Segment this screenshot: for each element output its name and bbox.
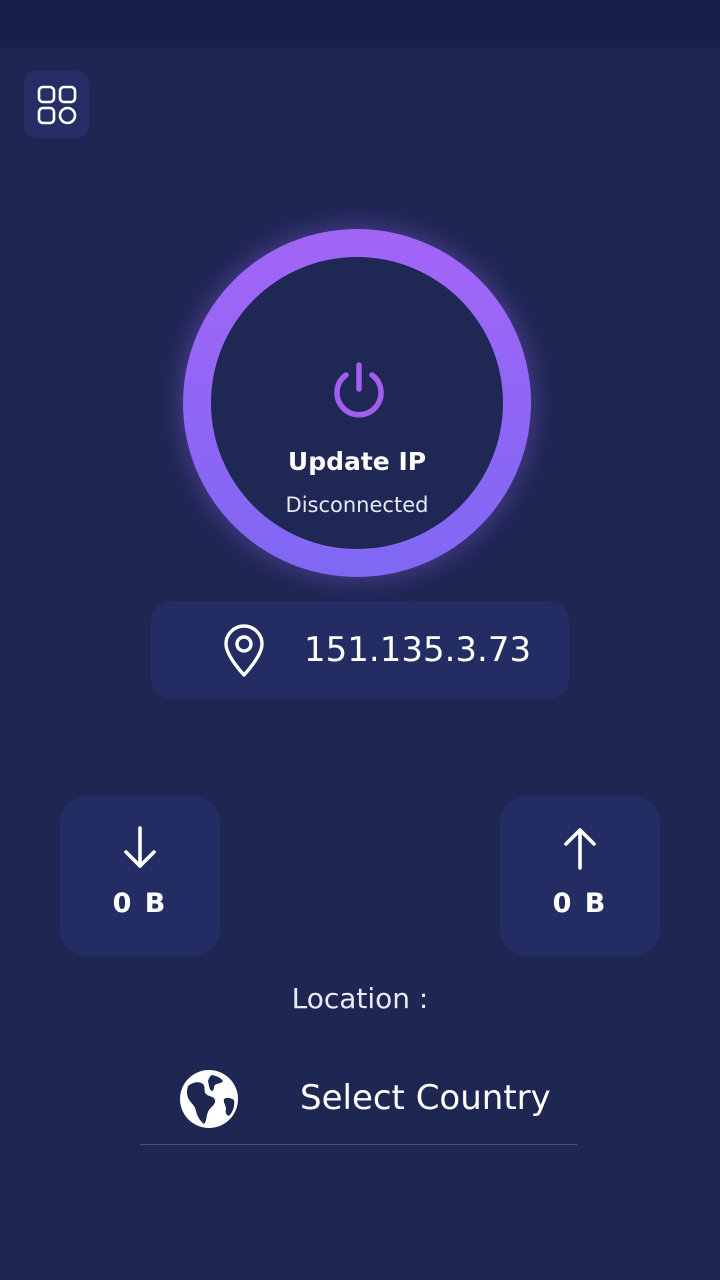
arrow-down-icon	[124, 826, 156, 868]
download-card: 0 B	[60, 796, 220, 956]
connect-title: Update IP	[287, 447, 427, 476]
upload-value: 0 B	[552, 888, 608, 919]
connect-button[interactable]: Update IP Disconnected	[183, 229, 531, 577]
upload-card: 0 B	[500, 796, 660, 956]
globe-icon	[180, 1070, 238, 1128]
menu-button[interactable]	[24, 71, 89, 138]
power-icon	[334, 362, 384, 418]
status-bar	[0, 0, 720, 47]
map-pin-icon	[224, 624, 264, 677]
arrow-up-icon	[564, 828, 596, 870]
download-value: 0 B	[112, 888, 168, 919]
ip-address: 151.135.3.73	[304, 630, 532, 670]
grid-icon	[37, 85, 76, 124]
connection-status: Disconnected	[285, 493, 429, 517]
location-label: Location :	[291, 982, 429, 1015]
select-country-label: Select Country	[300, 1078, 551, 1118]
select-country-button[interactable]: Select Country	[140, 1060, 577, 1145]
